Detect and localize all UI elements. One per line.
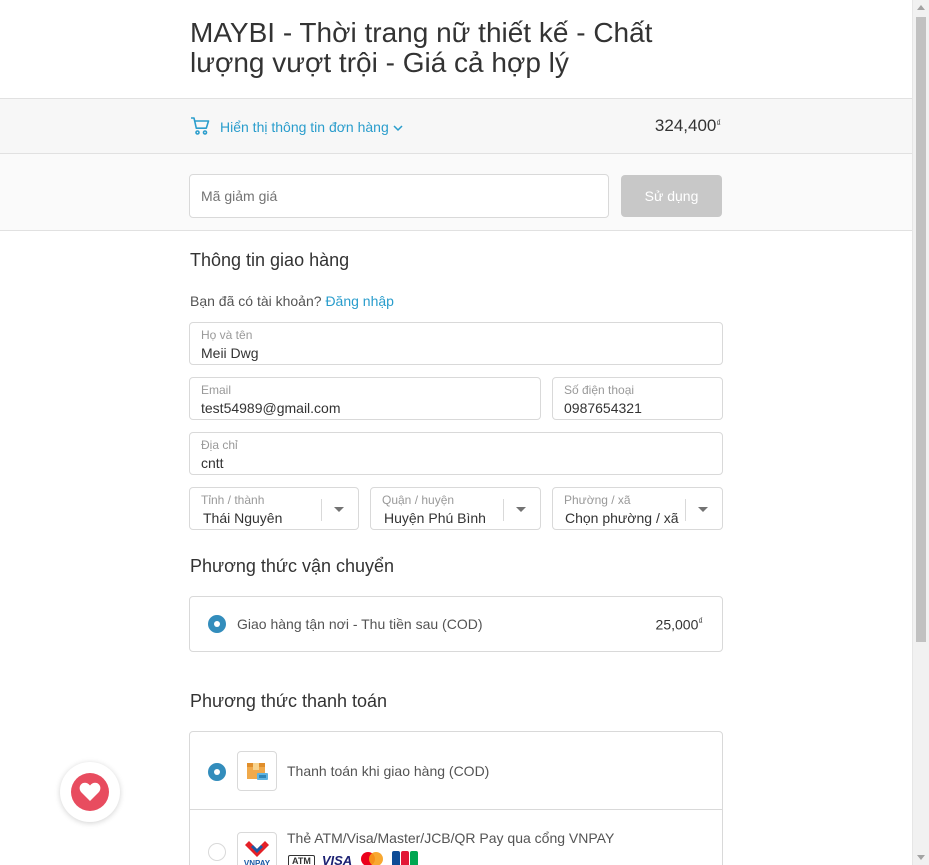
full-name-label: Họ và tên (201, 328, 253, 342)
chevron-down-icon (393, 119, 413, 135)
atm-card-icon: ATM (288, 854, 315, 865)
payment-method-title: Phương thức thanh toán (190, 691, 388, 711)
page-scrollbar[interactable] (912, 0, 929, 865)
scrollbar-thumb[interactable] (916, 17, 926, 642)
payment-cod-label: Thanh toán khi giao hàng (COD) (287, 763, 490, 779)
email-field[interactable]: Email test54989@gmail.com (189, 377, 541, 420)
order-summary-toggle[interactable]: Hiển thị thông tin đơn hàng (190, 116, 413, 139)
shipping-price-value: 25,000 (655, 616, 699, 633)
apply-discount-button[interactable]: Sử dụng (621, 175, 722, 217)
select-divider (321, 499, 322, 521)
email-label: Email (201, 383, 232, 397)
order-summary-toggle-label: Hiển thị thông tin đơn hàng (220, 119, 389, 135)
phone-field[interactable]: Số điện thoại 0987654321 (552, 377, 723, 420)
address-label: Địa chỉ (201, 438, 238, 452)
cart-icon (190, 116, 220, 139)
vnpay-icon: VNPAY (237, 832, 277, 865)
select-divider (685, 499, 686, 521)
discount-section: Sử dụng (0, 154, 912, 231)
mastercard-icon (359, 851, 385, 865)
province-value: Thái Nguyên (203, 510, 283, 526)
dropdown-caret-icon (698, 507, 708, 512)
visa-card-icon: VISA (321, 853, 353, 865)
jcb-card-icon (392, 851, 419, 865)
payment-vnpay-label: Thẻ ATM/Visa/Master/JCB/QR Pay qua cổng … (287, 830, 615, 846)
email-value: test54989@gmail.com (201, 400, 341, 416)
payment-cod-radio[interactable] (208, 763, 226, 781)
province-label: Tỉnh / thành (201, 493, 265, 507)
select-divider (503, 499, 504, 521)
scroll-down-arrow-icon[interactable] (917, 855, 925, 860)
payment-vnpay-radio[interactable] (208, 843, 226, 861)
login-prompt: Bạn đã có tài khoản? Đăng nhập (190, 293, 394, 309)
ward-select[interactable]: Phường / xã Chọn phường / xã (552, 487, 723, 530)
phone-value: 0987654321 (564, 400, 642, 416)
heart-icon (71, 773, 109, 811)
have-account-text: Bạn đã có tài khoản? (190, 293, 322, 309)
full-name-field[interactable]: Họ và tên Meii Dwg (189, 322, 723, 365)
ward-value: Chọn phường / xã (565, 510, 679, 526)
payment-option-cod[interactable]: Thanh toán khi giao hàng (COD) (190, 732, 722, 810)
payment-method-list: Thanh toán khi giao hàng (COD) VNPAY Thẻ… (189, 731, 723, 865)
currency-symbol: ₫ (716, 118, 721, 128)
shipping-method-option[interactable]: Giao hàng tận nơi - Thu tiền sau (COD) 2… (189, 596, 723, 652)
order-summary-bar: Hiển thị thông tin đơn hàng 324,400₫ (0, 98, 912, 154)
shop-title[interactable]: MAYBI - Thời trang nữ thiết kế - Chất lư… (190, 18, 710, 78)
svg-text:VNPAY: VNPAY (244, 859, 271, 865)
checkout-page: MAYBI - Thời trang nữ thiết kế - Chất lư… (0, 0, 912, 865)
login-link[interactable]: Đăng nhập (325, 293, 394, 309)
dropdown-caret-icon (516, 507, 526, 512)
favorite-floating-button[interactable] (60, 762, 120, 822)
address-field[interactable]: Địa chỉ cntt (189, 432, 723, 475)
phone-label: Số điện thoại (564, 383, 635, 397)
card-logos: ATM VISA (288, 851, 419, 865)
discount-code-input[interactable] (189, 174, 609, 218)
district-value: Huyện Phú Bình (384, 510, 486, 526)
scroll-up-arrow-icon[interactable] (917, 5, 925, 10)
payment-option-vnpay[interactable]: VNPAY Thẻ ATM/Visa/Master/JCB/QR Pay qua… (190, 810, 722, 865)
cod-box-icon (237, 751, 277, 791)
province-select[interactable]: Tỉnh / thành Thái Nguyên (189, 487, 359, 530)
ward-label: Phường / xã (564, 493, 631, 507)
order-total: 324,400₫ (655, 116, 721, 136)
dropdown-caret-icon (334, 507, 344, 512)
shipping-method-title: Phương thức vận chuyển (190, 556, 395, 576)
shipping-info-title: Thông tin giao hàng (190, 250, 350, 270)
shipping-method-label: Giao hàng tận nơi - Thu tiền sau (COD) (237, 616, 483, 632)
district-label: Quận / huyện (382, 493, 455, 507)
order-total-value: 324,400 (654, 116, 717, 135)
shipping-method-price: 25,000₫ (656, 616, 703, 633)
full-name-value: Meii Dwg (201, 345, 259, 361)
currency-symbol: ₫ (698, 616, 703, 626)
district-select[interactable]: Quận / huyện Huyện Phú Bình (370, 487, 541, 530)
address-value: cntt (201, 455, 224, 471)
shipping-method-radio[interactable] (208, 615, 226, 633)
